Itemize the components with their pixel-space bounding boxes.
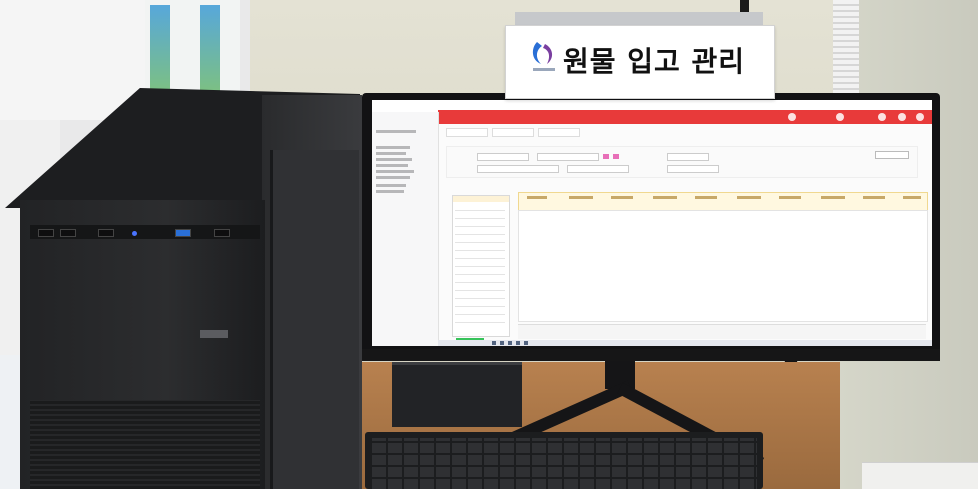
filter-field[interactable] bbox=[667, 165, 719, 173]
monitor-bezel bbox=[362, 349, 940, 361]
column-header bbox=[611, 196, 633, 199]
column-header bbox=[821, 196, 845, 199]
filter-field[interactable] bbox=[537, 153, 599, 161]
table-row[interactable] bbox=[455, 266, 505, 267]
column-header bbox=[779, 196, 801, 199]
pc-tower-side-panel bbox=[270, 150, 359, 489]
brand-badge bbox=[200, 330, 228, 338]
windows-taskbar bbox=[438, 340, 932, 346]
filter-field[interactable] bbox=[477, 153, 529, 161]
home-icon[interactable] bbox=[878, 113, 886, 121]
table-row[interactable] bbox=[455, 306, 505, 307]
filter-field[interactable] bbox=[477, 165, 559, 173]
search-button[interactable] bbox=[875, 151, 909, 159]
side-navigation bbox=[372, 112, 439, 346]
table-row[interactable] bbox=[455, 242, 505, 243]
tab-bar bbox=[446, 128, 646, 137]
column-header bbox=[527, 196, 547, 199]
keyboard-keys[interactable] bbox=[372, 438, 757, 489]
taskbar-icon[interactable] bbox=[500, 341, 504, 345]
nav-item[interactable] bbox=[376, 190, 404, 193]
taskbar-icon[interactable] bbox=[492, 341, 496, 345]
nav-item[interactable] bbox=[376, 176, 410, 179]
settings-icon[interactable] bbox=[836, 113, 844, 121]
table-row[interactable] bbox=[455, 282, 505, 283]
usb-port[interactable] bbox=[214, 229, 230, 237]
column-header bbox=[695, 196, 717, 199]
table-row[interactable] bbox=[455, 258, 505, 259]
taskbar-icon[interactable] bbox=[516, 341, 520, 345]
office-desk-photo: 원물 입고 관리 bbox=[0, 0, 978, 489]
monitor-screen bbox=[372, 100, 932, 346]
organization-logo-icon bbox=[532, 42, 555, 71]
table-row[interactable] bbox=[455, 210, 505, 211]
usb-port[interactable] bbox=[38, 229, 54, 237]
box-print bbox=[150, 5, 170, 95]
table-row[interactable] bbox=[455, 314, 505, 315]
tab[interactable] bbox=[538, 128, 580, 137]
filter-field[interactable] bbox=[567, 165, 629, 173]
filter-field[interactable] bbox=[667, 153, 709, 161]
receipt-list-grid bbox=[452, 195, 510, 337]
close-icon[interactable] bbox=[916, 113, 924, 121]
search-filter-panel bbox=[446, 146, 918, 178]
detail-grid-header bbox=[518, 192, 928, 212]
tab[interactable] bbox=[492, 128, 534, 137]
column-header bbox=[903, 196, 921, 199]
grid-header bbox=[453, 196, 509, 202]
column-header bbox=[653, 196, 677, 199]
column-header bbox=[737, 196, 761, 199]
taskbar-icon[interactable] bbox=[508, 341, 512, 345]
tab[interactable] bbox=[446, 128, 488, 137]
nav-item[interactable] bbox=[376, 170, 414, 173]
detail-grid-body[interactable] bbox=[518, 210, 928, 322]
usb3-port[interactable] bbox=[175, 229, 191, 237]
nav-item[interactable] bbox=[376, 130, 416, 133]
power-led bbox=[132, 231, 137, 236]
table-row[interactable] bbox=[455, 218, 505, 219]
nav-item[interactable] bbox=[376, 184, 406, 187]
power-strip bbox=[862, 462, 978, 489]
nav-item[interactable] bbox=[376, 152, 406, 155]
table-row[interactable] bbox=[455, 298, 505, 299]
column-header bbox=[569, 196, 593, 199]
table-row[interactable] bbox=[455, 226, 505, 227]
front-vent bbox=[30, 400, 260, 489]
audio-jack[interactable] bbox=[60, 229, 76, 237]
box-print bbox=[200, 5, 220, 95]
sign-title: 원물 입고 관리 bbox=[563, 45, 746, 78]
taskbar-icon[interactable] bbox=[524, 341, 528, 345]
summary-panel bbox=[518, 324, 926, 339]
usb-port[interactable] bbox=[98, 229, 114, 237]
app-header bbox=[438, 110, 932, 124]
mini-pc bbox=[392, 362, 522, 427]
table-row[interactable] bbox=[455, 322, 505, 323]
nav-item[interactable] bbox=[376, 146, 410, 149]
table-row[interactable] bbox=[455, 234, 505, 235]
nav-item[interactable] bbox=[376, 164, 408, 167]
table-row[interactable] bbox=[455, 274, 505, 275]
filter-toggle[interactable] bbox=[613, 154, 619, 159]
table-row[interactable] bbox=[455, 250, 505, 251]
menu-icon[interactable] bbox=[898, 113, 906, 121]
nav-item[interactable] bbox=[376, 158, 412, 161]
filter-toggle[interactable] bbox=[603, 154, 609, 159]
table-row[interactable] bbox=[455, 290, 505, 291]
user-icon[interactable] bbox=[788, 113, 796, 121]
column-header bbox=[863, 196, 885, 199]
